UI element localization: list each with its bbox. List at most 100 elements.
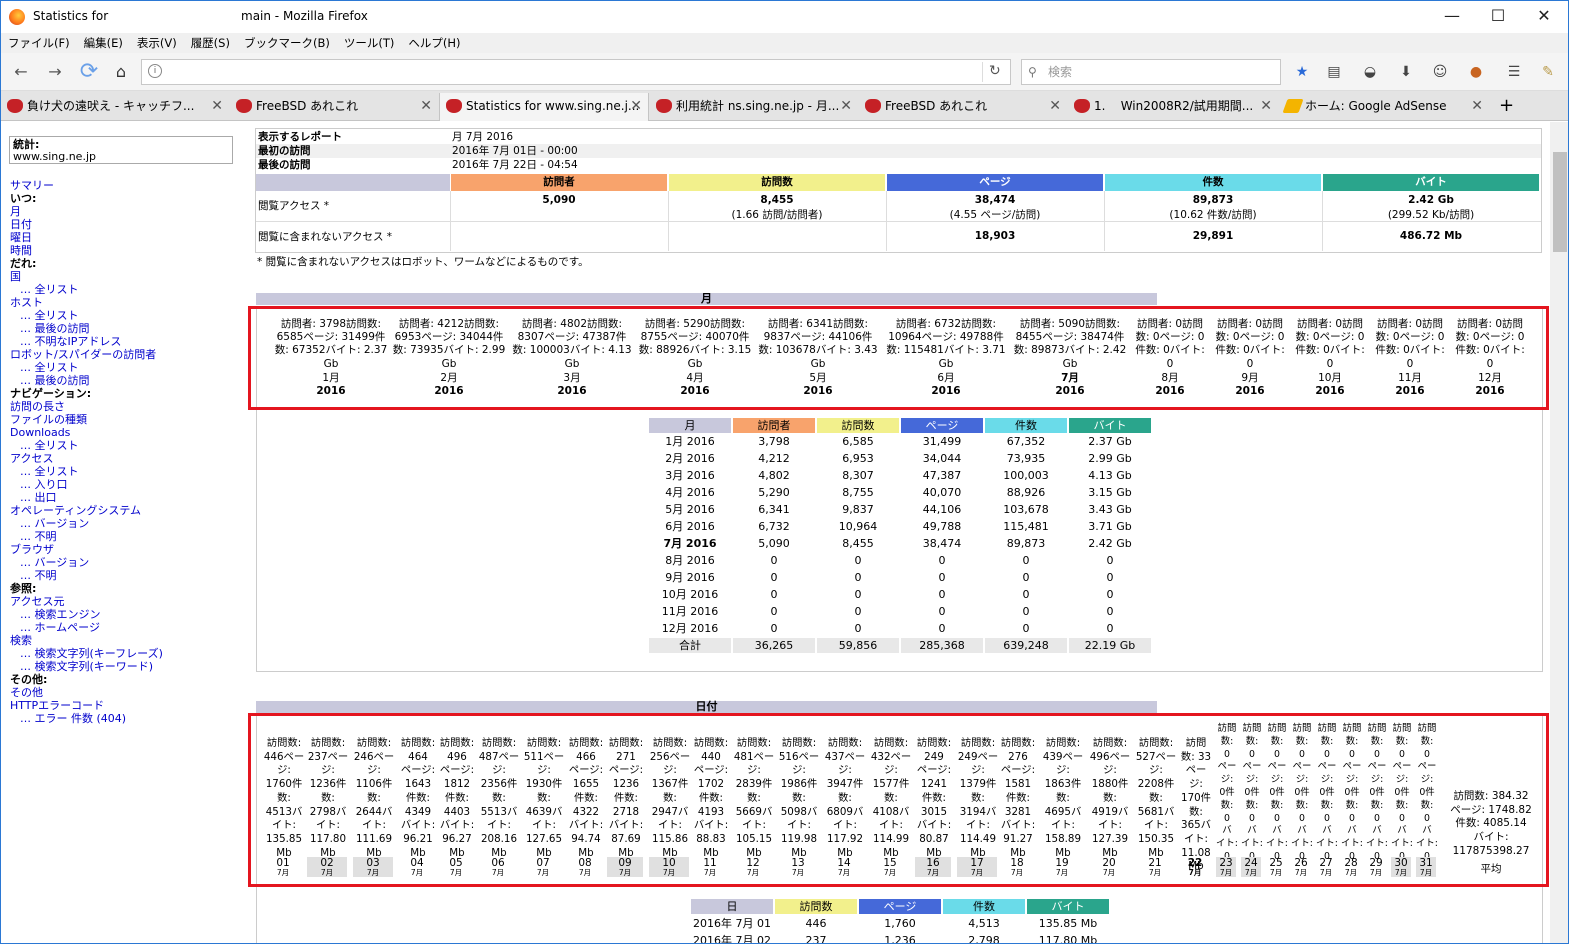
daily-table-header: 日 [691,899,773,914]
sidebar-link[interactable]: ファイルの種類 [10,413,235,426]
sidebar-link[interactable]: ホスト [10,296,235,309]
menu-item[interactable]: ヘルプ(H) [401,33,467,53]
menu-item[interactable]: ファイル(F) [1,33,77,53]
sidebar-link[interactable]: HTTPエラーコード [10,699,235,712]
sidebar-link[interactable]: アクセス [10,452,235,465]
menu-item[interactable]: ツール(T) [337,33,402,53]
monthly-table-cell: 0 [770,605,778,618]
scrollbar-thumb[interactable] [1553,152,1567,252]
sidebar-link[interactable]: … 全リスト [10,309,235,322]
hello-icon[interactable]: ☺ [1431,63,1449,81]
sidebar-link[interactable]: 訪問の長さ [10,400,235,413]
sidebar-link[interactable]: サマリー [10,179,235,192]
refresh-icon[interactable]: ↻ [989,63,1001,79]
back-arrow-icon[interactable]: ← [11,62,31,82]
sidebar-link[interactable]: ブラウザ [10,543,235,556]
summary-panel: 表示するレポート 月 7月 2016 最初の訪問 2016年 7月 01日 - 00:… [255,128,1542,253]
download-icon[interactable]: ⬇ [1397,63,1415,81]
bookmark-star-icon[interactable]: ★ [1293,63,1311,81]
tab-close-icon[interactable]: ✕ [1260,93,1272,119]
reading-list-icon[interactable]: ▤ [1325,63,1343,81]
sidebar-link[interactable]: 検索 [10,634,235,647]
sidebar-link[interactable]: … 不明 [10,569,235,582]
sidebar-link[interactable]: … ホームページ [10,621,235,634]
monthly-table-cell: 2.37 Gb [1088,435,1132,448]
sidebar-link[interactable]: … バージョン [10,556,235,569]
sidebar-link[interactable]: … 全リスト [10,465,235,478]
reload-icon[interactable]: ⟳ [79,61,99,83]
tab-close-icon[interactable]: ✕ [840,93,852,119]
info-icon[interactable]: i [148,64,162,78]
sidebar-link[interactable]: … エラー 件数 (404) [10,712,235,725]
daily-average-label: 平均 [1480,863,1502,875]
sidebar-link[interactable]: オペレーティングシステム [10,504,235,517]
sidebar-link[interactable]: … 全リスト [10,361,235,374]
sidebar-link[interactable]: 曜日 [10,231,235,244]
sidebar-link[interactable]: … バージョン [10,517,235,530]
tab-close-icon[interactable]: ✕ [1471,93,1483,119]
monthly-table-cell: 8,455 [842,537,874,550]
menu-item[interactable]: 編集(E) [77,33,130,53]
browser-tab[interactable]: Statistics for www.sing.ne.j... ✕ [439,93,649,121]
menu-item[interactable]: ブックマーク(B) [237,33,337,53]
browser-tab[interactable]: FreeBSD あれこれ ✕ [859,93,1067,121]
daily-graph-day: 27 7月 [1316,857,1336,877]
search-box[interactable]: ⚲ 検索 [1021,59,1281,85]
url-bar[interactable]: i ↻ [141,59,1011,85]
sidebar-link[interactable]: … 全リスト [10,439,235,452]
vertical-scrollbar[interactable] [1550,122,1568,943]
sidebar-link[interactable]: … 入り口 [10,478,235,491]
tab-close-icon[interactable]: ✕ [1049,93,1061,119]
sidebar-link[interactable]: 時間 [10,244,235,257]
daily-table-cell: 446 [805,917,827,930]
sidebar-link[interactable]: 国 [10,270,235,283]
forward-arrow-icon[interactable]: → [45,62,65,82]
monthly-graph-col: 訪問者: 5290訪問数: 8755ページ: 40070件 数: 88926バイ… [635,318,755,398]
daily-day-month: 7月 [1369,868,1383,877]
menu-item[interactable]: 表示(V) [130,33,184,53]
browser-tab[interactable]: ホーム: Google AdSense ✕ [1279,93,1489,121]
sidebar-link[interactable]: その他 [10,686,235,699]
minimize-button[interactable]: — [1429,1,1475,31]
sidebar-link[interactable]: Downloads [10,426,235,439]
sidebar-link[interactable]: … 検索文字列(キーフレーズ) [10,647,235,660]
tab-close-icon[interactable]: ✕ [211,93,223,119]
sidebar-link[interactable]: アクセス元 [10,595,235,608]
browser-tab[interactable]: FreeBSD あれこれ ✕ [230,93,438,121]
sidebar-link[interactable]: 日付 [10,218,235,231]
sidebar-link[interactable]: … 出口 [10,491,235,504]
monthly-table-cell: 0 [770,622,778,635]
sidebar-link[interactable]: … 不明なIPアドレス [10,335,235,348]
new-tab-button[interactable]: + [1493,93,1523,121]
daily-graph-tooltip: 訪問 数: 0 ペー ジ: 0件 数: 0 バ イト: 0 [1241,723,1263,862]
sidebar-link[interactable]: … 全リスト [10,283,235,296]
tab-close-icon[interactable]: ✕ [420,93,432,119]
sidebar-link[interactable]: … 最後の訪問 [10,322,235,335]
daily-graph-day: 21 7月 [1135,857,1175,877]
tab-label: FreeBSD あれこれ [256,99,359,113]
pocket-icon[interactable]: ◒ [1361,63,1379,81]
browser-tab[interactable]: 利用統計 ns.sing.ne.jp - 月... ✕ [650,93,858,121]
browser-tab[interactable]: 負け犬の遠吠え - キャッチフ... ✕ [1,93,229,121]
sidebar-link[interactable]: … 検索エンジン [10,608,235,621]
browser-tab[interactable]: 1. Win2008R2/試用期間... ✕ [1068,93,1278,121]
summary-value: 月 7月 2016 [452,131,514,143]
home-icon[interactable]: ⌂ [111,62,131,82]
menu-item[interactable]: 履歴(S) [184,33,237,53]
close-button[interactable]: ✕ [1521,1,1567,31]
sidebar-link[interactable]: 月 [10,205,235,218]
daily-graph-tooltip: 訪問 数: 0 ペー ジ: 0件 数: 0 バ イト: 0 [1316,723,1338,862]
monthly-graph-col: 訪問者: 6732訪問数: 10964ページ: 49788件 数: 115481… [881,318,1011,398]
maximize-button[interactable]: ☐ [1475,1,1521,31]
tab-close-icon[interactable]: ✕ [630,93,642,119]
hamburger-menu-icon[interactable]: ☰ [1505,63,1523,81]
sidebar-link[interactable]: … 最後の訪問 [10,374,235,387]
extension-icon[interactable]: ✎ [1539,63,1557,81]
monthly-table-cell: 5,090 [758,537,790,550]
sidebar-link[interactable]: ロボット/スパイダーの訪問者 [10,348,235,361]
addon-icon[interactable]: ● [1467,63,1485,81]
monthly-graph-tooltip: 訪問者: 0訪問 数: 0ページ: 0 件数: 0バイト: 0 [1295,318,1365,370]
sidebar-link[interactable]: … 検索文字列(キーワード) [10,660,235,673]
monthly-graph-col: 訪問者: 5090訪問数: 8455ページ: 38474件 数: 89873バイ… [1011,318,1129,398]
sidebar-link[interactable]: … 不明 [10,530,235,543]
